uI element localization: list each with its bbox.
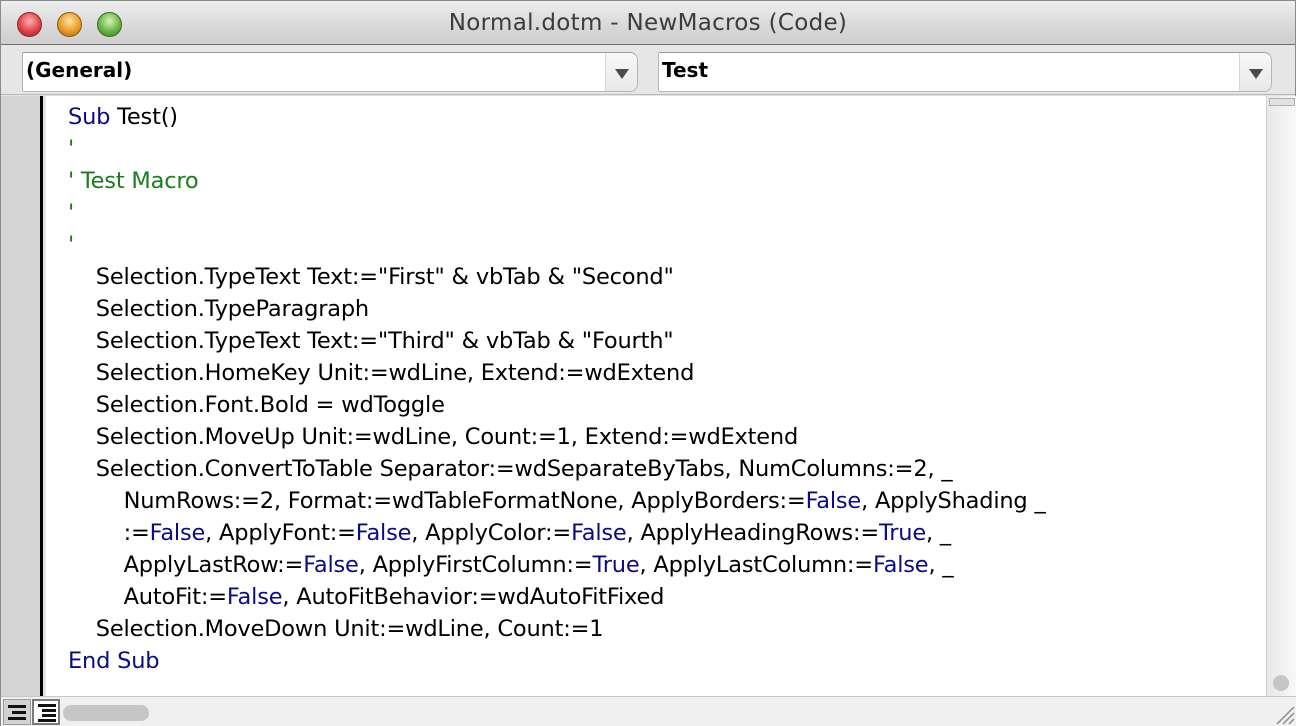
procedure-view-icon-line	[8, 717, 26, 720]
code-keyword: False	[355, 520, 412, 546]
object-dropdown[interactable]: (General)	[22, 52, 638, 92]
full-module-view-icon-line	[38, 719, 56, 722]
margin-indicator-bar[interactable]	[1, 96, 43, 696]
code-line[interactable]: '	[68, 229, 1046, 261]
chevron-down-icon[interactable]	[1239, 53, 1271, 91]
code-line[interactable]: :=False, ApplyFont:=False, ApplyColor:=F…	[68, 517, 1046, 549]
code-token: Selection.ConvertToTable Separator:=wdSe…	[68, 456, 953, 482]
code-line[interactable]: NumRows:=2, Format:=wdTableFormatNone, A…	[68, 485, 1046, 517]
vba-code-window: Normal.dotm - NewMacros (Code) (General)…	[0, 0, 1296, 726]
code-token: :=	[68, 520, 150, 546]
full-module-view-icon	[38, 704, 56, 707]
procedure-view-icon	[8, 705, 26, 708]
code-token: , _	[928, 552, 954, 578]
full-module-view-button[interactable]	[32, 699, 60, 725]
code-keyword: False	[303, 552, 359, 578]
horizontal-scrollbar-area	[1, 696, 1296, 726]
code-keyword: False	[226, 584, 283, 610]
code-token: , ApplyLastColumn:=	[639, 552, 873, 578]
code-keyword: False	[872, 552, 929, 578]
code-token: Selection.Font.Bold = wdToggle	[68, 392, 445, 418]
code-toolbar: (General) Test	[1, 45, 1295, 95]
code-line[interactable]: Selection.HomeKey Unit:=wdLine, Extend:=…	[68, 357, 1046, 389]
vertical-scrollbar[interactable]	[1266, 96, 1296, 696]
code-token: , AutoFitBehavior:=wdAutoFitFixed	[282, 584, 665, 610]
chevron-down-icon[interactable]	[605, 53, 637, 91]
code-token: , ApplyFirstColumn:=	[358, 552, 593, 578]
code-token: Selection.MoveDown Unit:=wdLine, Count:=…	[68, 616, 604, 642]
code-token: , ApplyFont:=	[205, 520, 356, 546]
code-line[interactable]: Selection.TypeText Text:="Third" & vbTab…	[68, 325, 1046, 357]
code-keyword: True	[878, 520, 926, 546]
code-line[interactable]: Selection.TypeText Text:="First" & vbTab…	[68, 261, 1046, 293]
vertical-scroll-thumb[interactable]	[1273, 675, 1289, 691]
full-module-view-icon-line	[42, 714, 56, 717]
code-line[interactable]: Selection.MoveDown Unit:=wdLine, Count:=…	[68, 613, 1046, 645]
window-title: Normal.dotm - NewMacros (Code)	[448, 10, 848, 36]
code-line[interactable]: Sub Test()	[68, 101, 1046, 133]
procedure-view-button[interactable]	[3, 699, 31, 725]
procedure-dropdown[interactable]: Test	[658, 52, 1272, 92]
procedure-view-icon-line	[12, 711, 26, 714]
code-keyword: False	[149, 520, 206, 546]
code-token: Selection.TypeText Text:="First" & vbTab…	[68, 264, 674, 290]
full-module-view-icon-line	[42, 709, 56, 712]
code-keyword: False	[805, 488, 862, 514]
code-line[interactable]: '	[68, 133, 1046, 165]
code-line[interactable]: '	[68, 197, 1046, 229]
code-keyword: True	[592, 552, 640, 578]
code-line[interactable]: ' Test Macro	[68, 165, 1046, 197]
object-dropdown-value: (General)	[26, 58, 133, 82]
code-token: , ApplyHeadingRows:=	[626, 520, 880, 546]
code-editor[interactable]: Sub Test() ' ' Test Macro ' ' Selection.Type…	[46, 96, 1266, 696]
split-bar-handle[interactable]	[1269, 98, 1295, 106]
code-token: Selection.TypeText Text:="Third" & vbTab…	[68, 328, 674, 354]
code-line[interactable]: End Sub	[68, 645, 1046, 677]
title-bar[interactable]: Normal.dotm - NewMacros (Code)	[1, 1, 1295, 45]
code-token: , ApplyShading _	[861, 488, 1046, 514]
code-token: AutoFit:=	[68, 584, 227, 610]
code-line[interactable]: Selection.TypeParagraph	[68, 293, 1046, 325]
horizontal-scroll-thumb[interactable]	[63, 705, 149, 721]
code-comment: '	[68, 136, 74, 162]
procedure-dropdown-value: Test	[662, 58, 709, 82]
code-token: Test()	[110, 104, 178, 130]
code-keyword: False	[571, 520, 627, 546]
code-token: NumRows:=2, Format:=wdTableFormatNone, A…	[68, 488, 806, 514]
code-line[interactable]: AutoFit:=False, AutoFitBehavior:=wdAutoF…	[68, 581, 1046, 613]
code-token: Selection.TypeParagraph	[68, 296, 369, 322]
code-comment: ' Test Macro	[68, 168, 199, 194]
resize-grip-icon[interactable]	[1273, 703, 1295, 725]
code-comment: '	[68, 200, 74, 226]
code-line[interactable]: ApplyLastRow:=False, ApplyFirstColumn:=T…	[68, 549, 1046, 581]
code-token: ApplyLastRow:=	[68, 552, 304, 578]
code-token: , _	[925, 520, 951, 546]
code-text[interactable]: Sub Test() ' ' Test Macro ' ' Selection.Type…	[68, 101, 1046, 677]
code-line[interactable]: Selection.MoveUp Unit:=wdLine, Count:=1,…	[68, 421, 1046, 453]
code-keyword: End Sub	[68, 648, 160, 674]
code-line[interactable]: Selection.Font.Bold = wdToggle	[68, 389, 1046, 421]
code-token: Selection.HomeKey Unit:=wdLine, Extend:=…	[68, 360, 695, 386]
code-keyword: Sub	[68, 104, 111, 130]
code-token: Selection.MoveUp Unit:=wdLine, Count:=1,…	[68, 424, 799, 450]
code-comment: '	[68, 232, 74, 258]
code-line[interactable]: Selection.ConvertToTable Separator:=wdSe…	[68, 453, 1046, 485]
code-token: , ApplyColor:=	[411, 520, 572, 546]
